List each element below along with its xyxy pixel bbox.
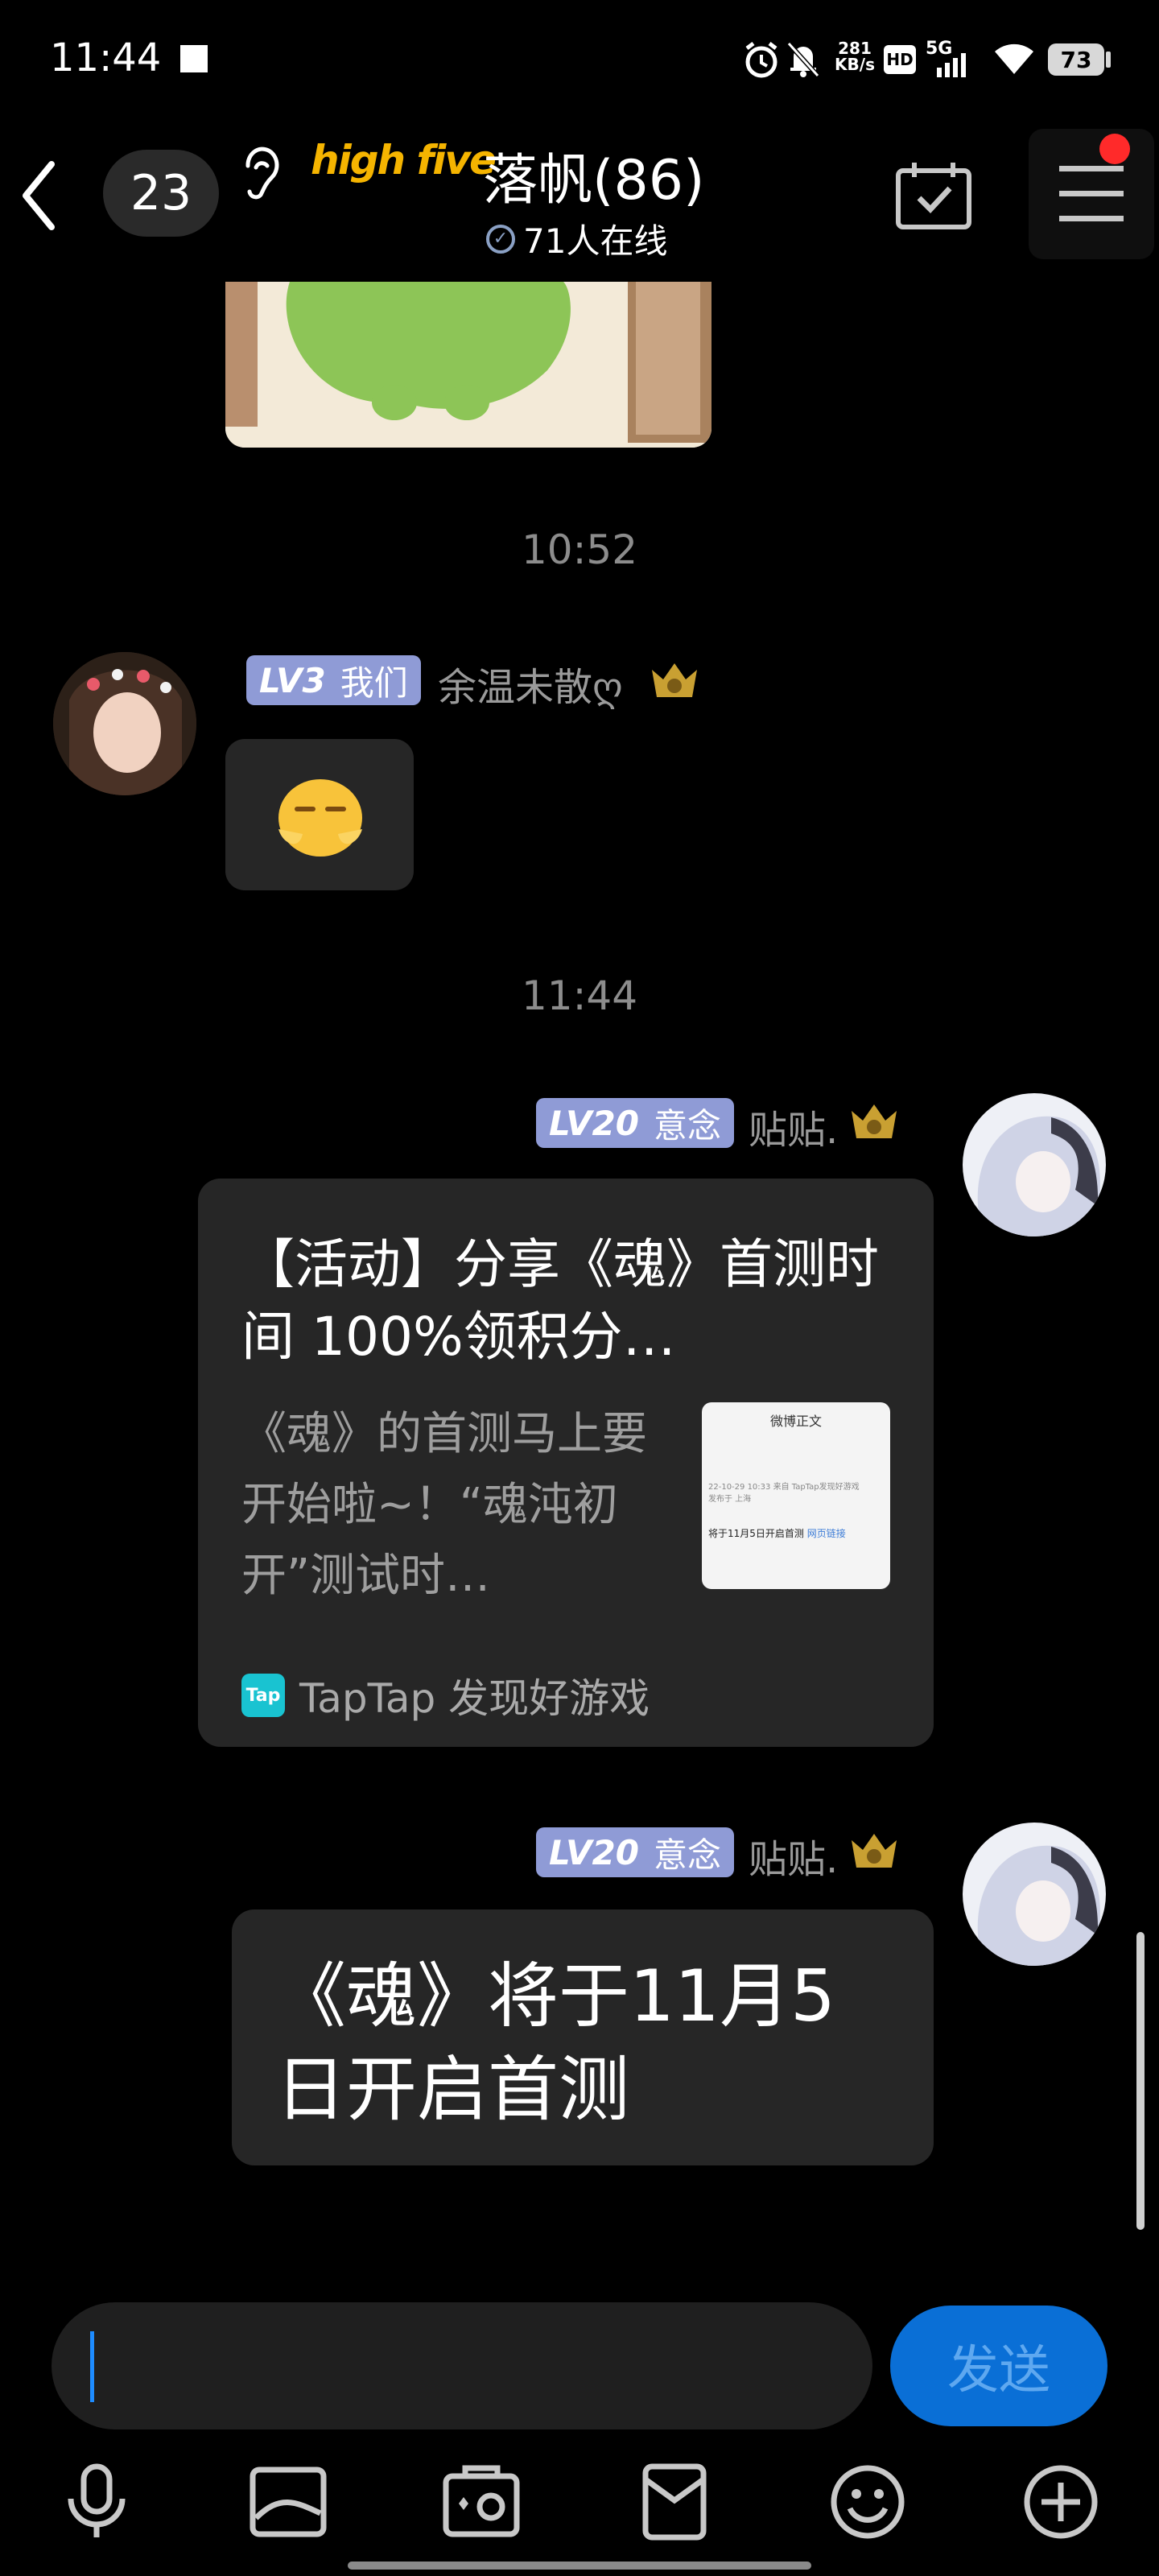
frog-sticker-image [225, 282, 711, 448]
sender-nickname[interactable]: 贴贴. [749, 1827, 838, 1884]
image-message[interactable] [225, 282, 711, 448]
menu-button[interactable] [1029, 129, 1154, 259]
plus-icon[interactable] [1021, 2462, 1101, 2542]
level-badge: LV3 我们 [246, 655, 421, 705]
avatar[interactable] [963, 1823, 1106, 1966]
online-count[interactable]: ✓ 71人在线 [486, 214, 667, 263]
card-source: Tap TapTap 发现好游戏 [241, 1666, 650, 1724]
ear-icon[interactable] [237, 142, 280, 203]
shy-emoji-icon [278, 779, 362, 857]
thumb-header: 微博正文 [769, 1414, 822, 1429]
notification-icon [180, 45, 208, 72]
back-chevron-icon[interactable] [18, 159, 58, 232]
crown-badge-icon [852, 1834, 897, 1868]
message-text: 《魂》将于11月5日开启首测 [275, 1955, 835, 2131]
scrollbar[interactable] [1136, 1932, 1145, 2230]
red-packet-icon[interactable] [634, 2462, 715, 2542]
taptap-icon: Tap [241, 1674, 285, 1717]
crown-badge-icon [852, 1104, 897, 1138]
level-badge: LV20 意念 [536, 1098, 734, 1148]
image-icon[interactable] [248, 2462, 328, 2542]
card-thumbnail: 微博正文 22-10-29 10:33 来自 TapTap发现好游戏 发布于 上… [702, 1402, 890, 1589]
timestamp: 11:44 [521, 972, 638, 1019]
wifi-icon [995, 43, 1033, 74]
calendar-check-icon[interactable] [895, 161, 972, 230]
battery-level: 73 [1060, 46, 1092, 73]
status-time: 11:44 [50, 35, 162, 80]
level-badge: LV20 意念 [536, 1827, 734, 1877]
source-name: TapTap 发现好游戏 [299, 1675, 650, 1722]
group-title[interactable]: 落帆(86) [483, 135, 705, 215]
microphone-icon[interactable] [56, 2462, 137, 2542]
crown-badge-icon [652, 663, 697, 697]
thumb-meta: 22-10-29 10:33 来自 TapTap发现好游戏 发布于 上海 [708, 1483, 860, 1504]
group-logo: high five [311, 137, 497, 184]
net-speed: 281 KB/s [835, 39, 875, 74]
battery-tip [1106, 52, 1111, 68]
sender-nickname[interactable]: 余温未散ღ [438, 655, 623, 712]
emoji-message[interactable] [225, 739, 414, 890]
avatar[interactable] [963, 1093, 1106, 1236]
text-caret [90, 2331, 94, 2402]
card-description: 《魂》的首测马上要开始啦~！“魂沌初开”测试时… [241, 1408, 647, 1602]
mute-icon [786, 41, 820, 78]
hd-badge: HD [884, 45, 916, 74]
menu-icon [1059, 166, 1124, 221]
verified-icon: ✓ [486, 224, 515, 254]
unread-count-badge[interactable]: 23 [103, 150, 219, 237]
battery-icon: 73 [1048, 43, 1104, 76]
card-title: 【活动】分享《魂》首测时间 100%领积分… [241, 1233, 879, 1368]
home-indicator[interactable] [348, 2562, 811, 2570]
alarm-icon [745, 42, 777, 78]
signal-icon [937, 53, 966, 77]
online-text: 71人在线 [523, 221, 668, 261]
timestamp: 10:52 [521, 526, 638, 573]
emoji-icon[interactable] [827, 2462, 908, 2542]
camera-icon[interactable] [441, 2462, 522, 2542]
thumb-body: 将于11月5日开启首测 网页链接 [708, 1528, 846, 1539]
message-input[interactable] [52, 2302, 872, 2429]
send-button[interactable]: 发送 [890, 2306, 1107, 2426]
notification-dot [1099, 134, 1130, 164]
avatar[interactable] [53, 652, 196, 795]
sender-nickname[interactable]: 贴贴. [749, 1098, 838, 1154]
